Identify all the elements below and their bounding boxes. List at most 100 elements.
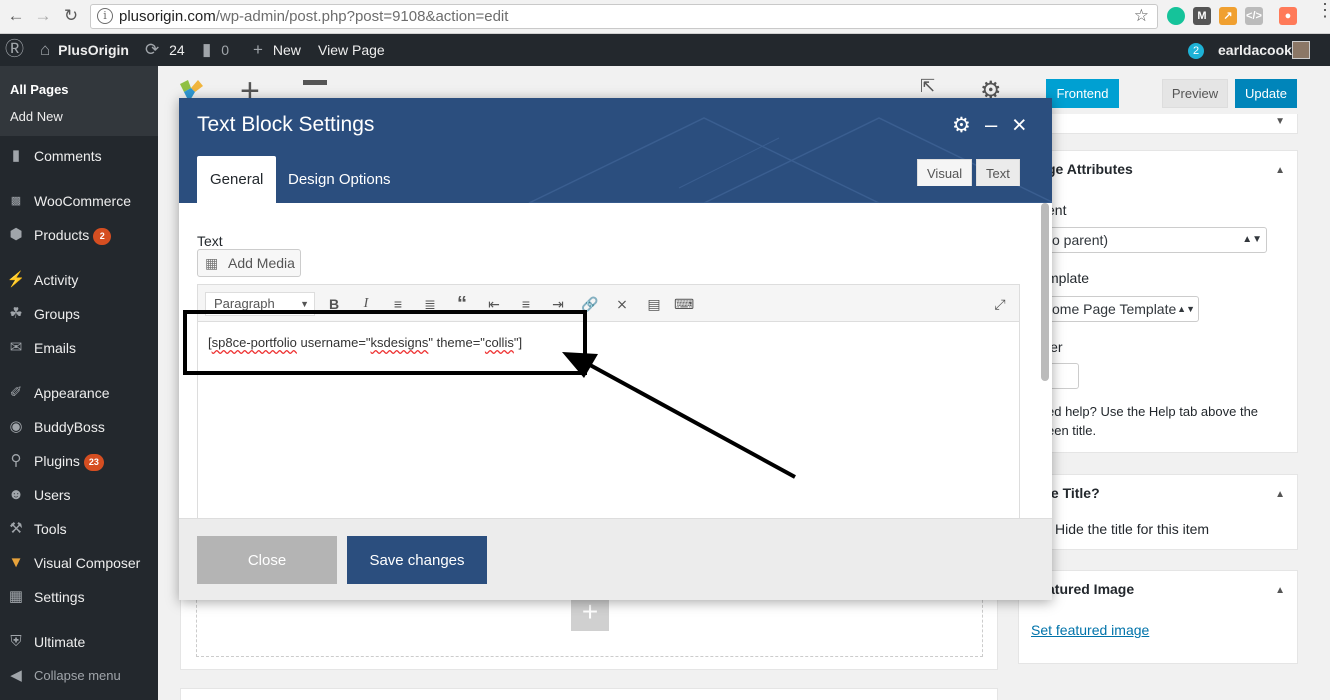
fullscreen-icon[interactable]: ⇱: [920, 76, 935, 97]
tools-icon: ⚒: [9, 520, 23, 537]
parent-select[interactable]: o parent) ▲▼: [1047, 227, 1267, 253]
preview-button[interactable]: Preview: [1162, 79, 1228, 108]
chart-icon[interactable]: ↗: [1219, 7, 1237, 25]
back-icon[interactable]: ←: [6, 6, 26, 26]
bookmark-star-icon[interactable]: ☆: [1134, 6, 1149, 26]
hide-title-heading[interactable]: le Title?: [1047, 485, 1100, 501]
collapse-arrow-icon[interactable]: ▲: [1275, 585, 1285, 596]
collapse-icon: ◀: [10, 667, 22, 684]
frontend-button[interactable]: Frontend: [1046, 79, 1119, 108]
browser-toolbar: ← → ↻ i plusorigin.com/wp-admin/post.php…: [0, 0, 1330, 34]
close-icon[interactable]: ×: [1012, 111, 1027, 140]
comment-bubble-icon: ▮: [202, 40, 212, 59]
sidebar-item-groups[interactable]: ☘ Groups: [0, 299, 158, 329]
plus-icon: +: [253, 40, 263, 59]
text-field-label: Text: [197, 233, 223, 249]
activity-icon: ⚡: [6, 271, 26, 288]
sidebar-item-products[interactable]: ⬢ Products 2: [0, 220, 158, 250]
buddyboss-icon: ◉: [9, 418, 23, 435]
sidebar-item-woocommerce[interactable]: ▩ WooCommerce: [0, 186, 158, 216]
sidebar-item-settings[interactable]: ▦ Settings: [0, 582, 158, 612]
plugins-icon: ⚲: [10, 452, 22, 469]
sidebar-item-add-new[interactable]: Add New: [10, 109, 63, 124]
pages-submenu: [0, 66, 158, 136]
sidebar-item-activity[interactable]: ⚡ Activity: [0, 265, 158, 295]
url-text: plusorigin.com/wp-admin/post.php?post=91…: [119, 8, 509, 25]
tab-general[interactable]: General: [197, 156, 277, 203]
m-icon[interactable]: M: [1193, 7, 1211, 25]
code-icon[interactable]: </>: [1245, 7, 1263, 25]
template-label: mplate: [1047, 270, 1090, 286]
read-more-icon[interactable]: ▤: [644, 294, 664, 314]
sidebar-item-users[interactable]: ☻ Users: [0, 480, 158, 510]
products-icon: ⬢: [9, 226, 23, 243]
sidebar-item-buddyboss[interactable]: ◉ BuddyBoss: [0, 412, 158, 442]
sidebar-item-emails[interactable]: ✉ Emails: [0, 333, 158, 363]
modal-title: Text Block Settings: [197, 113, 375, 136]
set-featured-image-link[interactable]: Set featured image: [1031, 622, 1149, 638]
tab-design-options[interactable]: Design Options: [275, 156, 404, 203]
template-select[interactable]: ome Page Template ▲▼: [1047, 296, 1199, 322]
sidebar-item-ultimate[interactable]: ⛨ Ultimate: [0, 627, 158, 657]
add-media-button[interactable]: ▦ Add Media: [197, 249, 301, 277]
woocommerce-icon: ▩: [10, 195, 22, 207]
annotation-box: [183, 310, 587, 375]
new-content-link[interactable]: + New: [253, 34, 301, 66]
sidebar-item-plugins[interactable]: ⚲ Plugins 23: [0, 446, 158, 476]
comments-link[interactable]: ▮ 0: [202, 34, 229, 66]
avatar[interactable]: [1292, 41, 1310, 59]
appearance-icon: ✐: [9, 384, 23, 401]
modal-footer: Close Save changes: [179, 518, 1052, 600]
save-changes-button[interactable]: Save changes: [347, 536, 487, 584]
collapse-arrow-icon[interactable]: ▲: [1275, 165, 1285, 176]
update-button[interactable]: Update: [1235, 79, 1297, 108]
modal-scrollbar[interactable]: [1041, 203, 1049, 381]
minimize-icon[interactable]: –: [985, 112, 997, 138]
unlink-icon[interactable]: ⨯: [612, 294, 632, 314]
info-icon[interactable]: i: [97, 8, 113, 24]
users-icon: ☻: [8, 486, 24, 503]
sidebar-item-appearance[interactable]: ✐ Appearance: [0, 378, 158, 408]
page-attributes-title[interactable]: ge Attributes: [1047, 161, 1133, 177]
distraction-free-icon[interactable]: ⤢: [990, 294, 1010, 314]
wp-admin-bar: Ⓡ ⌂ PlusOrigin ⟳ 24 ▮ 0 + New View Page …: [0, 34, 1330, 66]
view-page-link[interactable]: View Page: [318, 34, 385, 66]
grammarly-icon[interactable]: [1167, 7, 1185, 25]
visual-tab[interactable]: Visual: [917, 159, 973, 186]
products-count-badge: 2: [93, 228, 112, 245]
hubspot-icon[interactable]: ●: [1279, 7, 1297, 25]
collapse-arrow-icon[interactable]: ▲: [1275, 489, 1285, 500]
site-name-link[interactable]: ⌂ PlusOrigin: [40, 34, 129, 66]
wordpress-logo-icon[interactable]: Ⓡ: [5, 34, 24, 66]
sidebar-item-comments[interactable]: ▮ Comments: [0, 141, 158, 171]
featured-image-box: atured Image ▲ Set featured image: [1018, 570, 1298, 664]
featured-image-heading[interactable]: atured Image: [1047, 581, 1134, 597]
collapse-menu-button[interactable]: ◀ Collapse menu: [0, 661, 158, 691]
page-attributes-box: ge Attributes ▲ ent o parent) ▲▼ mplate o…: [1018, 150, 1298, 453]
modal-settings-gear-icon[interactable]: ⚙: [952, 113, 971, 138]
browser-menu-icon[interactable]: ⋮: [1316, 1, 1330, 19]
next-meta-box: [180, 688, 998, 700]
updates-link[interactable]: ⟳ 24: [145, 34, 185, 66]
address-bar[interactable]: i plusorigin.com/wp-admin/post.php?post=…: [90, 4, 1158, 29]
user-name[interactable]: earldacook: [1218, 34, 1292, 66]
publish-box-bottom: ▼: [1018, 114, 1298, 134]
visual-composer-icon: ▼: [8, 554, 24, 571]
emails-icon: ✉: [9, 339, 23, 356]
admin-sidebar: All Pages Add New ▮ Comments ▩ WooCommerce…: [0, 66, 158, 700]
ultimate-icon: ⛨: [10, 633, 22, 650]
toolbar-toggle-icon[interactable]: ⌨: [674, 294, 694, 314]
close-button[interactable]: Close: [197, 536, 337, 584]
reload-icon[interactable]: ↻: [61, 6, 81, 26]
sidebar-item-all-pages[interactable]: All Pages: [10, 82, 69, 97]
vc-layout-icon[interactable]: [303, 80, 327, 100]
text-tab[interactable]: Text: [976, 159, 1020, 186]
hide-title-option[interactable]: Hide the title for this item: [1055, 521, 1209, 537]
plugins-count-badge: 23: [83, 454, 104, 471]
sidebar-item-visual-composer[interactable]: ▼ Visual Composer: [0, 548, 158, 578]
sidebar-item-tools[interactable]: ⚒ Tools: [0, 514, 158, 544]
home-icon: ⌂: [40, 40, 51, 59]
forward-icon[interactable]: →: [33, 6, 53, 26]
notification-badge[interactable]: 2: [1188, 43, 1204, 59]
comments-icon: ▮: [11, 147, 21, 164]
